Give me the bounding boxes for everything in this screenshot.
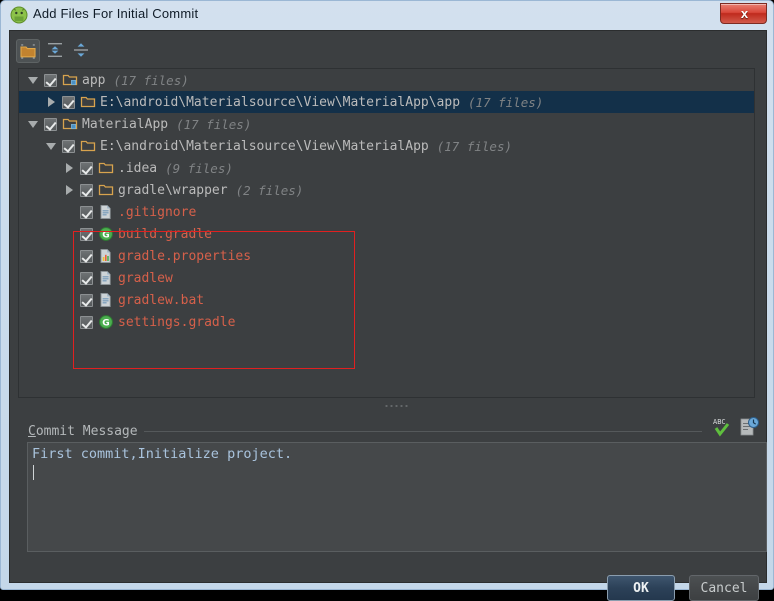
svg-text:G: G [102,230,109,240]
gradle-file-icon: G [98,314,114,330]
tree-row-label: E:\android\Materialsource\View\MaterialA… [100,138,429,154]
row-checkbox[interactable] [44,117,57,131]
ok-button-label: OK [633,580,649,596]
expand-all-button[interactable] [44,39,68,63]
tree-row[interactable]: MaterialApp (17 files) [19,113,754,135]
tree-row-label: .gitignore [118,204,197,220]
row-checkbox[interactable] [80,205,93,219]
android-head-icon [10,6,28,24]
cancel-button[interactable]: Cancel [689,575,759,601]
svg-text:ABC: ABC [713,418,726,426]
panel-splitter[interactable] [18,401,755,411]
chevron-right-icon[interactable] [43,91,59,113]
tree-row[interactable]: E:\android\Materialsource\View\MaterialA… [19,135,754,157]
commit-message-text: First commit,Initialize project. [32,446,293,462]
tree-row[interactable]: E:\android\Materialsource\View\MaterialA… [19,91,754,113]
tree-row-label: gradlew [118,270,173,286]
tree-row-label: gradlew.bat [118,292,205,308]
close-icon: x [740,6,749,21]
close-button[interactable]: x [720,3,767,24]
module-folder-icon [62,116,78,132]
gradle-file-icon: G [98,226,114,242]
chevron-down-icon[interactable] [25,113,41,135]
tree-row[interactable]: gradle.properties [19,245,754,267]
tree-row-label: gradle.properties [118,248,252,264]
chevron-down-icon[interactable] [43,135,59,157]
tree-row[interactable]: app (17 files) [19,69,754,91]
chevron-right-icon[interactable] [61,157,77,179]
commit-history-icon[interactable] [738,416,760,442]
tree-row-label: settings.gradle [118,314,236,330]
tree-row-label: gradle\wrapper [118,182,228,198]
collapse-all-button[interactable] [70,39,94,63]
tree-row-file-count: (17 files) [113,72,189,88]
folder-icon [80,138,96,154]
tree-row[interactable]: Gsettings.gradle [19,311,754,333]
ok-button[interactable]: OK [607,575,675,601]
commit-message-label: Commit Message [28,424,144,439]
chevron-right-icon[interactable] [61,179,77,201]
title-bar: Add Files For Initial Commit x [1,1,774,30]
properties-file-icon [98,248,114,264]
row-checkbox[interactable] [80,227,93,241]
abc-spellcheck-icon[interactable]: ABC [712,416,734,442]
tree-row[interactable]: .gitignore [19,201,754,223]
dialog-window: Add Files For Initial Commit x app (17 f… [0,0,774,601]
text-file-icon [98,292,114,308]
commit-label-mnemonic: C [28,424,36,439]
row-checkbox[interactable] [80,315,93,329]
row-checkbox[interactable] [62,139,75,153]
row-checkbox[interactable] [80,183,93,197]
text-file-icon [98,270,114,286]
text-file-icon [98,204,114,220]
folder-icon [80,94,96,110]
commit-label-rest: ommit Message [35,424,138,439]
tree-row[interactable]: gradlew.bat [19,289,754,311]
tree-row[interactable]: Gbuild.gradle [19,223,754,245]
tree-row-label: app [82,72,106,88]
cancel-button-label: Cancel [700,580,748,596]
row-checkbox[interactable] [80,293,93,307]
tree-row-file-count: (9 files) [165,160,233,176]
tree-row-file-count: (17 files) [468,94,544,110]
row-checkbox[interactable] [62,95,75,109]
text-caret [33,465,34,480]
tree-row-label: MaterialApp [82,116,169,132]
tree-row-file-count: (17 files) [436,138,512,154]
chevron-down-icon[interactable] [25,69,41,91]
commit-toolbar: ABC [710,416,765,438]
dialog-content: app (17 files) E:\android\Materialsource\V… [9,30,767,601]
tree-row[interactable]: .idea (9 files) [19,157,754,179]
tree-row-label: E:\android\Materialsource\View\MaterialA… [100,94,461,110]
tree-row[interactable]: gradle\wrapper (2 files) [19,179,754,201]
window-title: Add Files For Initial Commit [33,6,199,21]
row-checkbox[interactable] [80,161,93,175]
commit-message-input[interactable]: First commit,Initialize project. [27,442,767,552]
tree-row-label: build.gradle [118,226,212,242]
folder-icon [98,160,114,176]
tree-toolbar [16,38,761,65]
tree-row-file-count: (2 files) [235,182,304,198]
svg-text:G: G [102,318,109,328]
splitter-handle-icon [384,404,410,408]
group-by-directory-toggle[interactable] [16,39,40,63]
row-checkbox[interactable] [44,73,57,87]
tree-row[interactable]: gradlew [19,267,754,289]
file-tree[interactable]: app (17 files) E:\android\Materialsource\V… [18,68,755,398]
module-folder-icon [62,72,78,88]
tree-row-label: .idea [118,160,158,176]
folder-icon [98,182,114,198]
row-checkbox[interactable] [80,249,93,263]
row-checkbox[interactable] [80,271,93,285]
tree-row-file-count: (17 files) [176,116,252,132]
